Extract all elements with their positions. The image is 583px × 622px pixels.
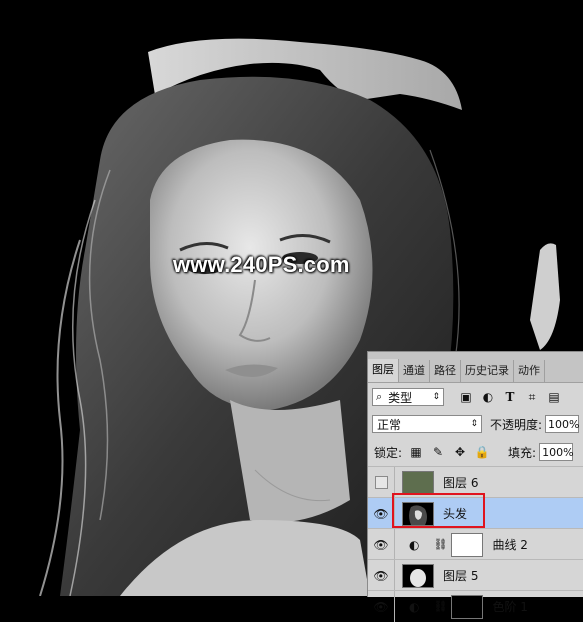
layer-name: 色阶 1 xyxy=(492,600,528,614)
shape-filter-icon[interactable]: ⌗ xyxy=(524,389,540,405)
filter-row: ⌕ 类型 ⇕ ▣ ◐ T ⌗ ▤ xyxy=(368,386,583,408)
adjustment-layer-icon: ◐ xyxy=(409,599,420,614)
lock-transparent-icon[interactable]: ▦ xyxy=(408,444,424,460)
eye-icon: 👁 xyxy=(373,506,389,521)
eye-icon: 👁 xyxy=(373,599,389,614)
tab-layers[interactable]: 图层 xyxy=(368,359,399,382)
layer-row-curves-2[interactable]: 👁 ◐ ⛓ 曲线 2 xyxy=(368,528,583,560)
tab-paths[interactable]: 路径 xyxy=(430,360,461,382)
adjustment-layer-icon: ◐ xyxy=(409,537,420,552)
fill-value: 100% xyxy=(542,445,574,459)
opacity-label: 不透明度: xyxy=(490,417,543,432)
visibility-toggle[interactable]: 👁 xyxy=(368,560,395,591)
tab-history[interactable]: 历史记录 xyxy=(461,360,514,382)
layer-row-hair[interactable]: 👁 头发 xyxy=(368,493,583,529)
tab-channels[interactable]: 通道 xyxy=(399,360,430,382)
layer-thumbnail xyxy=(402,563,434,588)
visibility-toggle[interactable]: 👁 xyxy=(368,529,395,560)
blend-mode-select[interactable]: 正常 ⇕ xyxy=(372,415,482,433)
blend-row: 正常 ⇕ 不透明度: 100% xyxy=(368,413,583,435)
layer-mask-thumbnail xyxy=(451,532,484,557)
image-filter-icon[interactable]: ▣ xyxy=(458,389,474,405)
layers-panel: 图层 通道 路径 历史记录 动作 ⌕ 类型 ⇕ ▣ ◐ T ⌗ ▤ 正常 ⇕ 不… xyxy=(367,351,583,622)
search-icon: ⌕ xyxy=(376,390,383,403)
lock-all-icon[interactable]: 🔒 xyxy=(474,444,490,460)
lock-row: 锁定: ▦ ✎ ✥ 🔒 填充: 100% xyxy=(368,441,583,463)
chevron-updown-icon: ⇕ xyxy=(470,419,478,429)
layer-mask-thumbnail xyxy=(451,594,484,619)
blend-mode-value: 正常 xyxy=(377,417,402,432)
visibility-toggle[interactable] xyxy=(368,467,395,498)
chain-link-icon: ⛓ xyxy=(433,538,448,551)
filter-kind-select[interactable]: ⌕ 类型 ⇕ xyxy=(372,388,444,406)
layer-row-5[interactable]: 👁 图层 5 xyxy=(368,559,583,591)
adjustment-filter-icon[interactable]: ◐ xyxy=(480,389,496,405)
visibility-toggle[interactable]: 👁 xyxy=(368,498,395,529)
eye-icon: 👁 xyxy=(373,537,389,552)
fill-input[interactable]: 100% xyxy=(539,443,574,461)
layer-row-levels-1[interactable]: 👁 ◐ ⛓ 色阶 1 xyxy=(368,590,583,622)
fill-label: 填充: xyxy=(508,445,537,460)
lock-label: 锁定: xyxy=(374,445,403,460)
lock-paint-icon[interactable]: ✎ xyxy=(430,444,446,460)
layer-name: 图层 5 xyxy=(443,569,479,583)
layer-name: 图层 6 xyxy=(443,476,479,490)
smart-object-filter-icon[interactable]: ▤ xyxy=(546,389,562,405)
eye-icon: 👁 xyxy=(373,568,389,583)
opacity-input[interactable]: 100% xyxy=(545,415,580,433)
filter-kind-label: 类型 xyxy=(388,390,413,405)
watermark-text: www.240PS.com xyxy=(173,252,350,277)
text-filter-icon[interactable]: T xyxy=(502,389,518,405)
layer-thumbnail xyxy=(402,470,434,495)
opacity-value: 100% xyxy=(548,417,580,431)
panel-tabs: 图层 通道 路径 历史记录 动作 xyxy=(368,352,583,383)
tab-actions[interactable]: 动作 xyxy=(514,360,545,382)
lock-position-icon[interactable]: ✥ xyxy=(452,444,468,460)
chevron-updown-icon: ⇕ xyxy=(432,392,440,402)
layer-name: 曲线 2 xyxy=(492,538,528,552)
chain-link-icon: ⛓ xyxy=(433,600,448,613)
annotation-highlight-box xyxy=(392,493,485,528)
empty-visibility-box-icon xyxy=(374,476,388,489)
